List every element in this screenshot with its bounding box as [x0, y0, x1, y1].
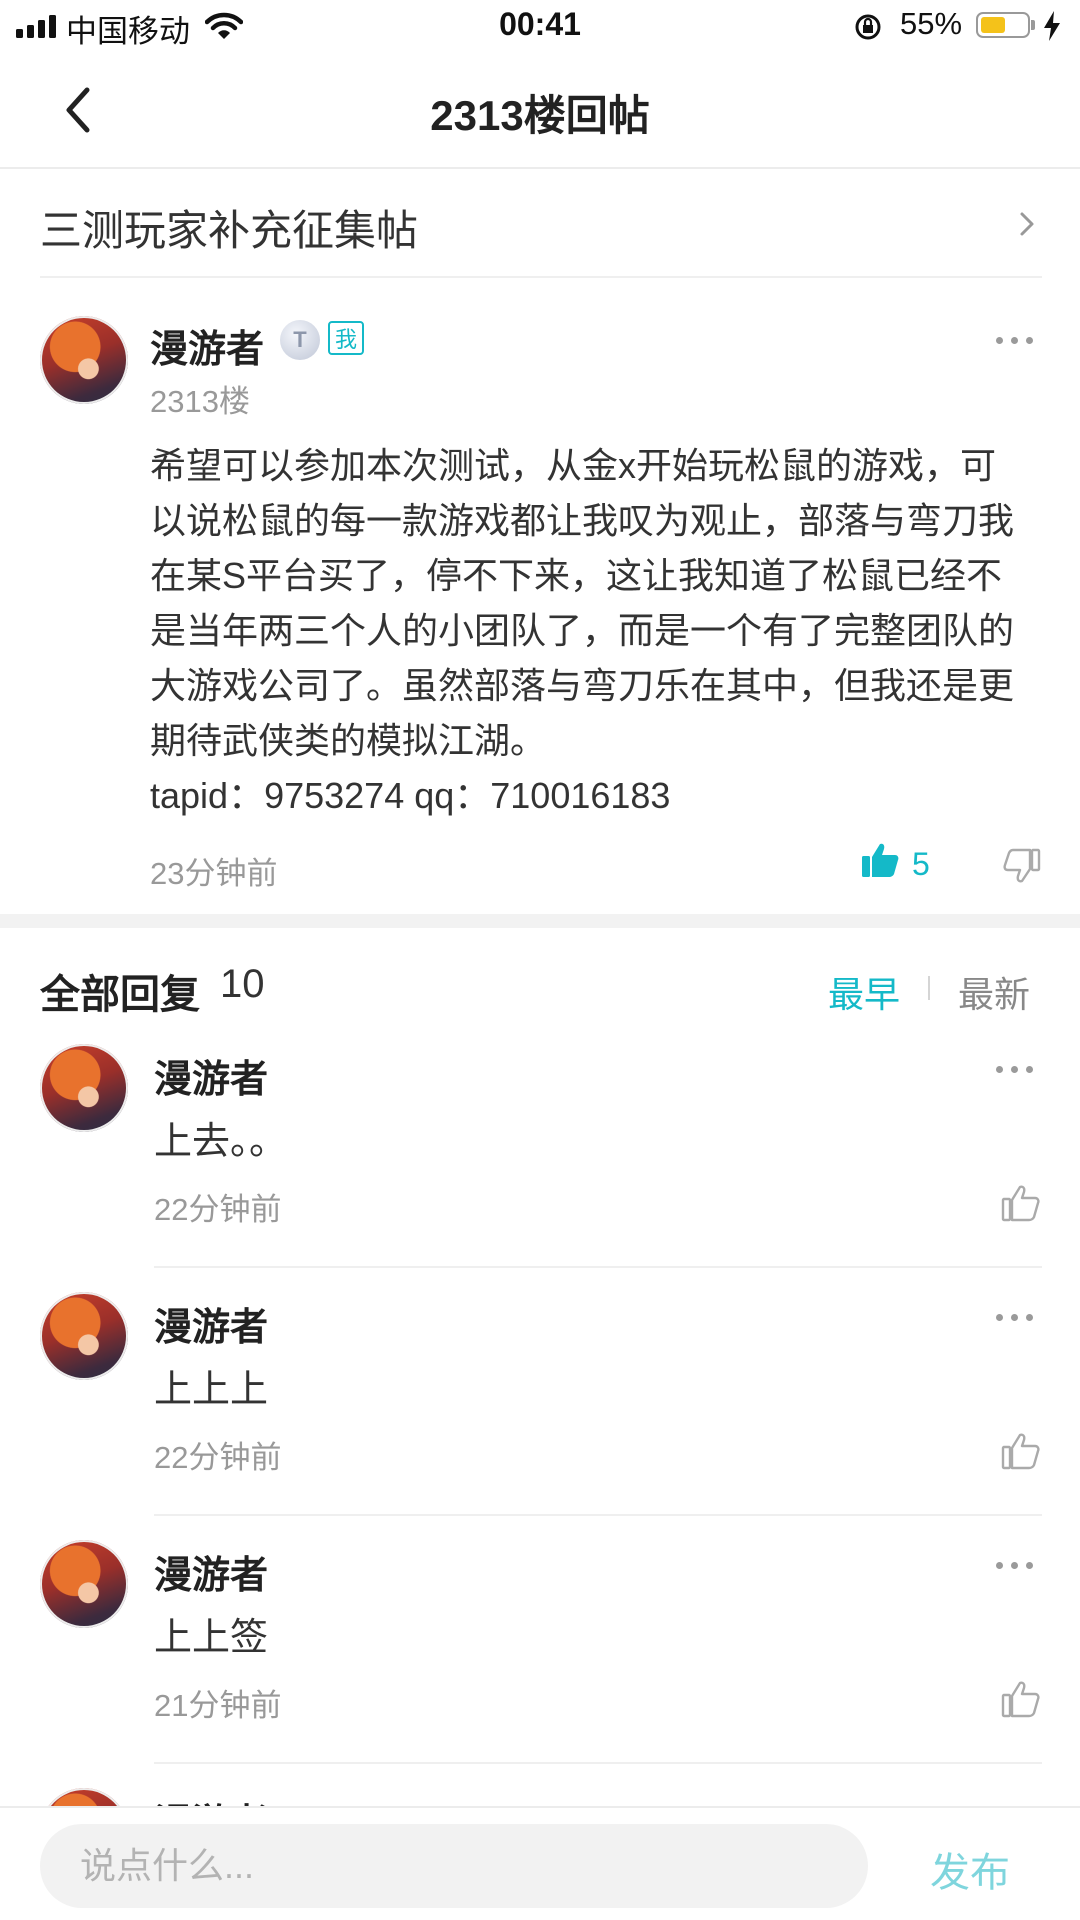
- comment-bar: 发布: [0, 1806, 1080, 1920]
- post-author-name[interactable]: 漫游者: [150, 318, 264, 373]
- reply-item: 漫游者 上上签 21分钟前: [0, 1540, 1080, 1788]
- post-content-ids: tapid：9753274 qq：710016183: [150, 775, 671, 816]
- reply-item: 漫游者 上上上 22分钟前: [0, 1292, 1080, 1540]
- reply-timestamp: 21分钟前: [154, 1688, 282, 1723]
- rotation-lock-icon: [855, 14, 881, 40]
- like-count: 5: [912, 846, 930, 882]
- page-title: 2313楼回帖: [430, 92, 650, 139]
- avatar[interactable]: [40, 316, 128, 404]
- more-options-icon[interactable]: [996, 337, 1036, 347]
- thumbs-up-icon[interactable]: [1000, 1182, 1042, 1224]
- me-badge: 我: [328, 321, 364, 355]
- chevron-right-icon: [1020, 212, 1034, 236]
- replies-title: 全部回复: [40, 973, 200, 1017]
- reply-author-name[interactable]: 漫游者: [154, 1296, 268, 1351]
- reply-author-name[interactable]: 漫游者: [154, 1544, 268, 1599]
- thread-divider: [40, 276, 1042, 278]
- more-options-icon[interactable]: [996, 1562, 1036, 1572]
- thumbs-up-icon[interactable]: [1000, 1678, 1042, 1720]
- reply-divider: [154, 1266, 1042, 1268]
- reply-author-name[interactable]: 漫游者: [154, 1048, 268, 1103]
- level-badge: T: [280, 320, 320, 360]
- sort-latest-button[interactable]: 最新: [958, 966, 1030, 1018]
- thread-link-label: 三测玩家补充征集帖: [40, 207, 419, 254]
- reply-divider: [154, 1514, 1042, 1516]
- thumbs-up-icon[interactable]: [1000, 1430, 1042, 1472]
- post-content-text: 希望可以参加本次测试，从金x开始玩松鼠的游戏，可以说松鼠的每一款游戏都让我叹为观…: [150, 445, 1015, 761]
- avatar[interactable]: [40, 1044, 128, 1132]
- post-content: 希望可以参加本次测试，从金x开始玩松鼠的游戏，可以说松鼠的每一款游戏都让我叹为观…: [150, 438, 1030, 823]
- post-floor-number: 2313楼: [150, 384, 250, 419]
- section-divider: [0, 914, 1080, 928]
- battery-tip: [1031, 20, 1035, 30]
- reply-content: 上去。。: [154, 1121, 288, 1163]
- more-options-icon[interactable]: [996, 1314, 1036, 1324]
- thumbs-down-icon[interactable]: [1002, 846, 1042, 886]
- comment-input[interactable]: [40, 1824, 868, 1908]
- post-timestamp: 23分钟前: [150, 856, 278, 891]
- reply-content: 上上上: [154, 1369, 269, 1411]
- thread-link[interactable]: 三测玩家补充征集帖: [0, 170, 1080, 276]
- status-bar: 中国移动 00:41 55%: [0, 0, 1080, 54]
- more-options-icon[interactable]: [996, 1066, 1036, 1076]
- thumbs-up-filled-icon[interactable]: [860, 840, 900, 880]
- reply-timestamp: 22分钟前: [154, 1192, 282, 1227]
- avatar[interactable]: [40, 1292, 128, 1380]
- replies-count: 10: [220, 962, 265, 1006]
- battery-percent: 55%: [900, 6, 963, 41]
- reply-content: 上上签: [154, 1617, 269, 1659]
- avatar[interactable]: [40, 1540, 128, 1628]
- reply-timestamp: 22分钟前: [154, 1440, 282, 1475]
- charging-bolt-icon: [1044, 11, 1060, 41]
- battery-icon: [976, 12, 1030, 38]
- publish-button[interactable]: 发布: [930, 1840, 1010, 1898]
- battery-level: [981, 17, 1005, 33]
- sort-separator: [928, 976, 930, 1000]
- reply-item: 漫游者 上去。。 22分钟前: [0, 1044, 1080, 1292]
- sort-earliest-button[interactable]: 最早: [828, 966, 900, 1018]
- nav-divider: [0, 167, 1080, 169]
- reply-divider: [154, 1762, 1042, 1764]
